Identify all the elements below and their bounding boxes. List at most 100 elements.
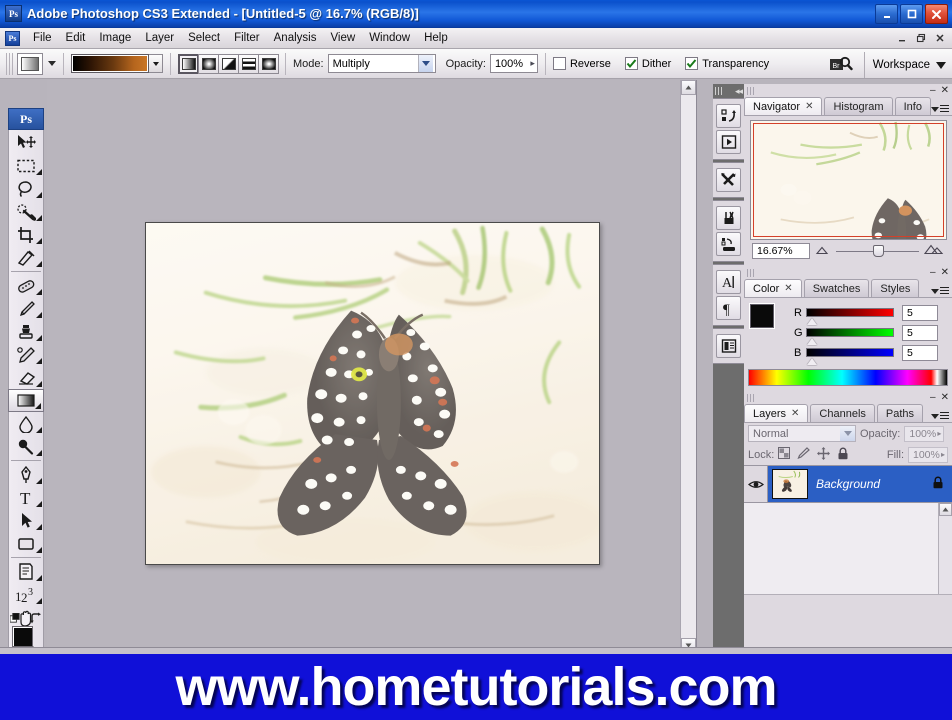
navigator-panel-menu-button[interactable] xyxy=(931,105,949,113)
lasso-tool[interactable] xyxy=(8,177,44,200)
transparency-checkbox[interactable]: Transparency xyxy=(685,57,769,70)
menu-file[interactable]: File xyxy=(26,30,59,46)
tab-navigator-close-icon[interactable]: ✕ xyxy=(805,101,813,112)
character-panel-icon[interactable]: A xyxy=(716,270,741,294)
blur-tool[interactable] xyxy=(8,412,44,435)
layers-scroll-up-button[interactable] xyxy=(939,503,952,516)
layers-close-button[interactable]: ✕ xyxy=(941,392,949,403)
menu-image[interactable]: Image xyxy=(92,30,138,46)
dither-checkbox[interactable]: Dither xyxy=(624,57,671,70)
pen-tool[interactable] xyxy=(8,463,44,486)
lock-all-button[interactable] xyxy=(837,447,849,463)
green-value-input[interactable]: 5 xyxy=(902,324,938,341)
paragraph-panel-icon[interactable]: ¶ xyxy=(716,296,741,320)
zoom-in-button[interactable] xyxy=(923,244,944,258)
navigator-zoom-input[interactable]: 16.67% xyxy=(752,243,810,259)
blue-value-input[interactable]: 5 xyxy=(902,344,938,361)
rectangular-marquee-tool[interactable] xyxy=(8,154,44,177)
maximize-button[interactable] xyxy=(900,4,923,24)
image-canvas[interactable] xyxy=(145,222,600,565)
count-tool[interactable]: 1 2 3 xyxy=(8,583,44,606)
crop-tool[interactable] xyxy=(8,223,44,246)
angle-gradient-button[interactable] xyxy=(218,53,239,74)
gradient-tool[interactable] xyxy=(8,389,44,412)
layer-blend-chevron-down-icon[interactable] xyxy=(840,426,855,441)
opacity-input[interactable]: 100% ▸ xyxy=(489,54,538,73)
clone-source-panel-icon[interactable] xyxy=(716,232,741,256)
layer-fill-stepper-icon[interactable]: ▸ xyxy=(941,450,945,459)
layer-row-background[interactable]: Background xyxy=(744,465,952,503)
layer-fill-input[interactable]: 100% ▸ xyxy=(908,446,948,463)
workspace-chevron-down-icon[interactable] xyxy=(936,61,946,69)
reflected-gradient-button[interactable] xyxy=(238,53,259,74)
menu-view[interactable]: View xyxy=(323,30,362,46)
gradient-preview-swatch[interactable] xyxy=(71,54,149,73)
tab-styles[interactable]: Styles xyxy=(871,279,920,297)
diamond-gradient-button[interactable] xyxy=(258,53,279,74)
blue-slider-thumb[interactable] xyxy=(807,358,817,365)
close-button[interactable] xyxy=(925,4,948,24)
navigator-panel-grip[interactable] xyxy=(747,86,756,95)
layer-comps-panel-icon[interactable] xyxy=(716,334,741,358)
tab-layers-close-icon[interactable]: ✕ xyxy=(791,408,799,419)
tab-channels[interactable]: Channels xyxy=(810,404,875,422)
radial-gradient-button[interactable] xyxy=(198,53,219,74)
blue-slider-track[interactable] xyxy=(806,348,894,365)
navigator-view-box[interactable] xyxy=(752,123,944,237)
color-spectrum-ramp[interactable] xyxy=(748,369,948,386)
eraser-tool[interactable] xyxy=(8,366,44,389)
navigator-zoom-slider[interactable] xyxy=(836,243,919,259)
lock-transparent-pixels-button[interactable] xyxy=(778,447,791,462)
blend-mode-chevron-down-icon[interactable] xyxy=(417,55,433,72)
navigator-minimize-button[interactable]: – xyxy=(930,85,936,96)
document-restore-button[interactable] xyxy=(912,30,930,46)
notes-tool[interactable] xyxy=(8,560,44,583)
color-panel-menu-button[interactable] xyxy=(931,287,949,295)
path-selection-tool[interactable] xyxy=(8,509,44,532)
slice-tool[interactable] xyxy=(8,246,44,269)
document-system-menu-icon[interactable]: Ps xyxy=(5,30,20,46)
quick-selection-tool[interactable] xyxy=(8,200,44,223)
red-slider-thumb[interactable] xyxy=(807,318,817,325)
lock-image-pixels-button[interactable] xyxy=(797,447,811,462)
brushes-panel-icon[interactable] xyxy=(716,206,741,230)
tab-info[interactable]: Info xyxy=(894,97,931,115)
layers-vertical-scrollbar[interactable] xyxy=(938,503,952,594)
navigator-close-button[interactable]: ✕ xyxy=(941,85,949,96)
layer-blend-mode-select[interactable]: Normal xyxy=(748,425,856,442)
layers-panel-grip[interactable] xyxy=(747,393,756,402)
tab-color[interactable]: Color ✕ xyxy=(744,279,802,297)
go-to-bridge-icon[interactable]: Br xyxy=(828,54,854,76)
layer-name[interactable]: Background xyxy=(816,477,932,491)
menu-select[interactable]: Select xyxy=(181,30,227,46)
reverse-checkbox[interactable]: Reverse xyxy=(552,57,611,70)
default-colors-icon[interactable] xyxy=(10,613,21,624)
tab-navigator[interactable]: Navigator ✕ xyxy=(744,97,823,115)
workspace-label[interactable]: Workspace xyxy=(873,59,930,71)
opacity-stepper-icon[interactable]: ▸ xyxy=(530,58,535,69)
menu-filter[interactable]: Filter xyxy=(227,30,267,46)
red-slider-track[interactable] xyxy=(806,308,894,325)
color-panel-foreground-swatch[interactable] xyxy=(749,303,775,329)
tool-preset-chevron-down-icon[interactable] xyxy=(48,61,56,66)
expand-panels-icon[interactable]: ◂◂ xyxy=(735,86,743,97)
layer-visibility-toggle[interactable] xyxy=(744,466,768,502)
green-slider-thumb[interactable] xyxy=(807,338,817,345)
layer-opacity-stepper-icon[interactable]: ▸ xyxy=(937,429,941,438)
history-panel-icon[interactable] xyxy=(716,104,741,128)
swap-colors-icon[interactable] xyxy=(29,612,42,625)
layers-minimize-button[interactable]: – xyxy=(930,392,936,403)
dodge-tool[interactable] xyxy=(8,435,44,458)
brush-tool[interactable] xyxy=(8,297,44,320)
linear-gradient-button[interactable] xyxy=(178,53,199,74)
minimize-button[interactable] xyxy=(875,4,898,24)
color-close-button[interactable]: ✕ xyxy=(941,267,949,278)
gradient-picker-chevron-down-icon[interactable] xyxy=(149,54,163,73)
clone-stamp-tool[interactable] xyxy=(8,320,44,343)
tool-preset-picker[interactable] xyxy=(17,52,43,75)
layer-opacity-input[interactable]: 100% ▸ xyxy=(904,425,945,442)
layer-thumbnail[interactable] xyxy=(772,469,808,499)
tab-color-close-icon[interactable]: ✕ xyxy=(784,283,792,294)
foreground-color-swatch[interactable] xyxy=(12,626,33,647)
tab-paths[interactable]: Paths xyxy=(876,404,924,422)
